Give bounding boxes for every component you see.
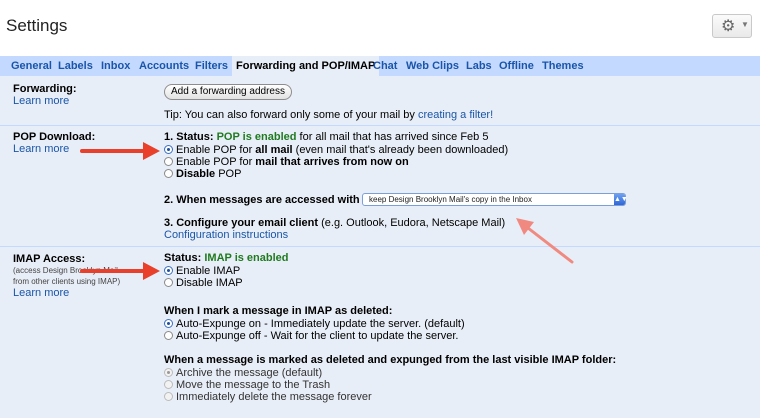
- tab-web-clips[interactable]: Web Clips: [406, 60, 459, 72]
- settings-tabs: General Labels Inbox Accounts Filters Fo…: [0, 56, 760, 76]
- imap-option-disable[interactable]: Disable IMAP: [164, 277, 243, 289]
- auto-expunge-off-option[interactable]: Auto-Expunge off - Wait for the client t…: [164, 330, 459, 342]
- tab-filters[interactable]: Filters: [195, 60, 228, 72]
- radio-selected[interactable]: [164, 368, 173, 377]
- imap-learn-more-link[interactable]: Learn more: [13, 287, 69, 299]
- radio[interactable]: [164, 169, 173, 178]
- auto-expunge-on-option[interactable]: Auto-Expunge on - Immediately update the…: [164, 318, 465, 330]
- divider: [0, 246, 760, 247]
- pop-access-action-select[interactable]: keep Design Brooklyn Mail's copy in the …: [362, 193, 628, 206]
- radio-selected[interactable]: [164, 266, 173, 275]
- divider: [0, 125, 760, 126]
- imap-option-enable[interactable]: Enable IMAP: [164, 265, 240, 277]
- forwarding-label: Forwarding:: [13, 83, 77, 95]
- tab-themes[interactable]: Themes: [542, 60, 584, 72]
- imap-status: Status: IMAP is enabled: [164, 252, 289, 264]
- delete-forever-option[interactable]: Immediately delete the message forever: [164, 391, 372, 403]
- radio-selected[interactable]: [164, 145, 173, 154]
- pop-access-label: 2. When messages are accessed with POP: [164, 194, 386, 206]
- radio-selected[interactable]: [164, 319, 173, 328]
- tab-labels[interactable]: Labels: [58, 60, 93, 72]
- tab-forwarding-pop-imap[interactable]: Forwarding and POP/IMAP: [232, 56, 380, 76]
- radio[interactable]: [164, 331, 173, 340]
- tab-chat[interactable]: Chat: [373, 60, 397, 72]
- tab-inbox[interactable]: Inbox: [101, 60, 130, 72]
- select-arrow-icon: ▲▼: [614, 194, 628, 205]
- pop-status-value: POP is enabled: [216, 131, 297, 143]
- imap-status-value: IMAP is enabled: [204, 252, 289, 264]
- forwarding-tip: Tip: You can also forward only some of y…: [164, 109, 494, 121]
- pop-option-all-mail[interactable]: Enable POP for all mail (even mail that'…: [164, 144, 508, 156]
- pop-download-label: POP Download:: [13, 131, 96, 143]
- pop-learn-more-link[interactable]: Learn more: [13, 143, 69, 155]
- imap-deleted-heading: When I mark a message in IMAP as deleted…: [164, 305, 393, 317]
- pop-option-disable[interactable]: Disable POP: [164, 168, 241, 180]
- imap-expunged-heading: When a message is marked as deleted and …: [164, 354, 617, 366]
- settings-panel: Forwarding: Learn more Add a forwarding …: [0, 76, 760, 418]
- radio[interactable]: [164, 380, 173, 389]
- page-title: Settings: [6, 16, 68, 35]
- imap-description: (access Design Brooklyn Mail from other …: [13, 266, 121, 286]
- add-forwarding-address-button[interactable]: Add a forwarding address: [164, 84, 292, 100]
- radio[interactable]: [164, 278, 173, 287]
- tab-accounts[interactable]: Accounts: [139, 60, 189, 72]
- creating-filter-link[interactable]: creating a filter!: [418, 109, 493, 121]
- settings-menu-button[interactable]: ⚙ ▼: [712, 14, 752, 38]
- chevron-down-icon: ▼: [741, 20, 749, 29]
- radio[interactable]: [164, 392, 173, 401]
- pop-configure-client: 3. Configure your email client (e.g. Out…: [164, 217, 506, 229]
- forwarding-learn-more-link[interactable]: Learn more: [13, 95, 69, 107]
- radio[interactable]: [164, 157, 173, 166]
- configuration-instructions-link[interactable]: Configuration instructions: [164, 229, 288, 241]
- tab-offline[interactable]: Offline: [499, 60, 534, 72]
- move-to-trash-option[interactable]: Move the message to the Trash: [164, 379, 330, 391]
- archive-message-option[interactable]: Archive the message (default): [164, 367, 322, 379]
- pop-status: 1. Status: POP is enabled for all mail t…: [164, 131, 489, 143]
- imap-access-label: IMAP Access:: [13, 253, 86, 265]
- pop-option-from-now-on[interactable]: Enable POP for mail that arrives from no…: [164, 156, 409, 168]
- tab-labs[interactable]: Labs: [466, 60, 492, 72]
- gear-icon: ⚙: [721, 18, 736, 35]
- header: Settings ⚙ ▼: [0, 0, 760, 54]
- tab-general[interactable]: General: [11, 60, 52, 72]
